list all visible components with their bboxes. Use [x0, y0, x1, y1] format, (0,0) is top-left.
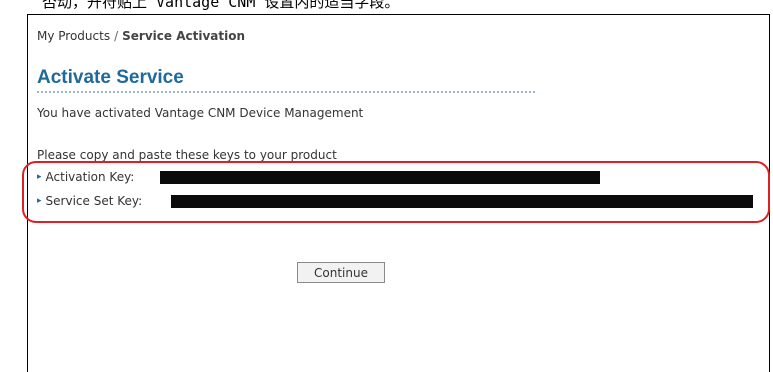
breadcrumb: My Products / Service Activation [37, 29, 245, 43]
instruction-text: Please copy and paste these keys to your… [37, 148, 337, 162]
highlight-annotation [22, 161, 770, 223]
activation-message: You have activated Vantage CNM Device Ma… [37, 106, 364, 120]
top-caption: 否动，开符贴上 Vantage CNM 设置内的适当字段。 [42, 0, 400, 11]
continue-button[interactable]: Continue [297, 262, 385, 283]
title-divider [37, 91, 535, 93]
page-title: Activate Service [37, 67, 184, 88]
breadcrumb-separator: / [114, 29, 119, 43]
breadcrumb-root-link[interactable]: My Products [37, 29, 110, 43]
breadcrumb-current: Service Activation [122, 29, 246, 43]
